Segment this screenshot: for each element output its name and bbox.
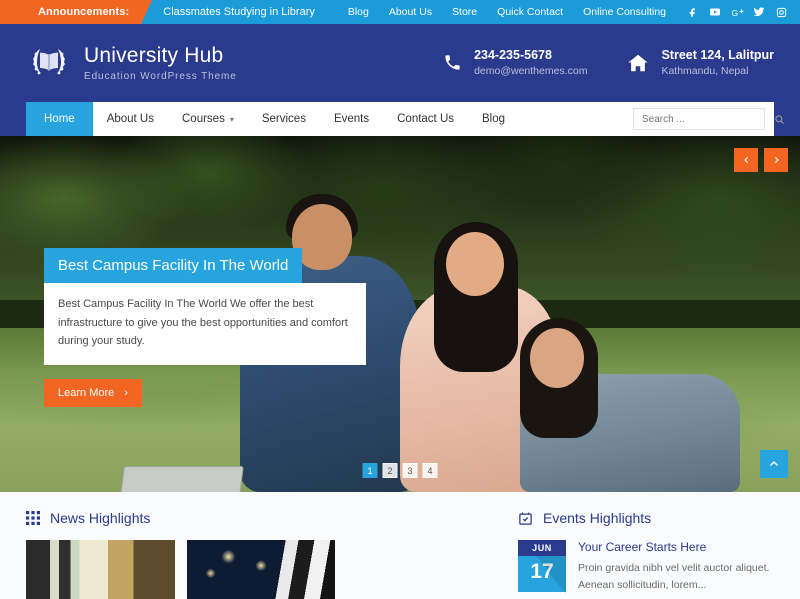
main-navigation: Home About Us Courses ▾ Services Events … (26, 102, 774, 136)
calendar-check-icon (518, 511, 533, 526)
nav-item-home[interactable]: Home (26, 102, 93, 136)
event-text-block: Your Career Starts Here Proin gravida ni… (578, 540, 774, 594)
svg-text:G: G (731, 7, 738, 17)
scroll-to-top-button[interactable] (760, 450, 788, 478)
news-highlights-title: News Highlights (50, 510, 150, 526)
hero-caption-body: Best Campus Facility In The World We off… (44, 283, 366, 365)
grid-dots-icon (26, 511, 40, 525)
slider-prev-button[interactable] (734, 148, 758, 172)
phone-number[interactable]: 234-235-5678 (474, 47, 587, 64)
event-description: Proin gravida nibh vel velit auctor aliq… (578, 560, 774, 594)
site-title: University Hub (84, 44, 237, 67)
event-list-item[interactable]: JUN 17 Your Career Starts Here Proin gra… (518, 540, 774, 594)
phone-icon (443, 53, 462, 72)
home-icon (627, 52, 649, 74)
contact-address: Street 124, Lalitpur Kathmandu, Nepal (627, 47, 774, 78)
hero-caption-title: Best Campus Facility In The World (44, 248, 302, 283)
learn-more-label: Learn More (58, 387, 114, 399)
chevron-right-icon (772, 154, 781, 166)
address-line-1: Street 124, Lalitpur (661, 47, 774, 64)
header-contact-group: 234-235-5678 demo@wenthemes.com Street 1… (403, 47, 774, 78)
events-highlights-header: Events Highlights (518, 510, 774, 526)
search-box[interactable] (633, 108, 765, 130)
nav-item-about-us[interactable]: About Us (93, 102, 168, 136)
event-day: 17 (518, 556, 566, 592)
contact-phone: 234-235-5678 demo@wenthemes.com (443, 47, 587, 78)
site-header: University Hub Education WordPress Theme… (0, 24, 800, 102)
googleplus-icon[interactable]: G (726, 0, 748, 24)
topnav-link-blog[interactable]: Blog (338, 0, 379, 24)
news-card-2[interactable] (187, 540, 336, 599)
student-middle-head (446, 232, 504, 296)
event-month: JUN (518, 540, 566, 556)
search-input[interactable] (642, 114, 774, 125)
laptop-left (116, 466, 244, 492)
slider-dot-2[interactable]: 2 (383, 463, 398, 478)
email-address[interactable]: demo@wenthemes.com (474, 64, 587, 78)
chevron-right-icon: › (124, 387, 128, 399)
facebook-icon[interactable] (682, 0, 704, 24)
hero-slider: Best Campus Facility In The World Best C… (0, 136, 800, 492)
slider-dot-1[interactable]: 1 (363, 463, 378, 478)
chevron-up-icon (768, 458, 780, 470)
topnav-link-about-us[interactable]: About Us (379, 0, 442, 24)
nav-label-services: Services (262, 113, 306, 125)
slider-dot-4[interactable]: 4 (423, 463, 438, 478)
announcement-text[interactable]: Classmates Studying in Library (163, 6, 315, 18)
events-highlights-title: Events Highlights (543, 510, 651, 526)
nav-item-services[interactable]: Services (248, 102, 320, 136)
student-right-head (530, 328, 584, 388)
nav-label-events: Events (334, 113, 369, 125)
events-highlights-section: Events Highlights JUN 17 Your Career Sta… (518, 510, 774, 599)
youtube-icon[interactable] (704, 0, 726, 24)
slider-arrows (734, 148, 788, 172)
chevron-left-icon (742, 154, 751, 166)
hero-caption: Best Campus Facility In The World Best C… (44, 248, 366, 407)
nav-label-courses: Courses (182, 113, 225, 125)
main-nav-wrapper: Home About Us Courses ▾ Services Events … (0, 102, 800, 136)
slider-pagination: 1 2 3 4 (363, 463, 438, 478)
news-highlights-header: News Highlights (26, 510, 496, 526)
topnav-link-store[interactable]: Store (442, 0, 487, 24)
nav-label-blog: Blog (482, 113, 505, 125)
news-card-grid (26, 540, 496, 599)
top-navigation: Blog About Us Store Quick Contact Online… (338, 0, 800, 24)
book-laurel-logo (26, 41, 72, 85)
nav-label-about-us: About Us (107, 113, 154, 125)
event-title[interactable]: Your Career Starts Here (578, 540, 774, 554)
search-icon[interactable] (774, 114, 785, 125)
nav-item-contact-us[interactable]: Contact Us (383, 102, 468, 136)
nav-item-blog[interactable]: Blog (468, 102, 519, 136)
chevron-down-icon: ▾ (230, 115, 234, 124)
announcement-label-block: Announcements: (0, 0, 141, 24)
news-card-1[interactable] (26, 540, 175, 599)
news-highlights-section: News Highlights (26, 510, 496, 599)
slider-next-button[interactable] (764, 148, 788, 172)
brand[interactable]: University Hub Education WordPress Theme (26, 41, 237, 85)
instagram-icon[interactable] (770, 0, 792, 24)
announcement-label: Announcements: (38, 6, 129, 18)
topnav-link-online-consulting[interactable]: Online Consulting (573, 0, 676, 24)
content-area: News Highlights Events Highlights JUN 17 (0, 492, 800, 599)
address-line-2: Kathmandu, Nepal (661, 64, 774, 78)
social-links: G (682, 0, 792, 24)
twitter-icon[interactable] (748, 0, 770, 24)
learn-more-button[interactable]: Learn More › (44, 379, 142, 407)
event-date-badge: JUN 17 (518, 540, 566, 594)
nav-label-contact-us: Contact Us (397, 113, 454, 125)
student-right (520, 374, 740, 492)
nav-item-courses[interactable]: Courses ▾ (168, 102, 248, 136)
topnav-link-quick-contact[interactable]: Quick Contact (487, 0, 573, 24)
announcement-bar: Announcements: Classmates Studying in Li… (0, 0, 800, 24)
site-tagline: Education WordPress Theme (84, 71, 237, 82)
slider-dot-3[interactable]: 3 (403, 463, 418, 478)
nav-label-home: Home (44, 113, 75, 125)
nav-item-events[interactable]: Events (320, 102, 383, 136)
